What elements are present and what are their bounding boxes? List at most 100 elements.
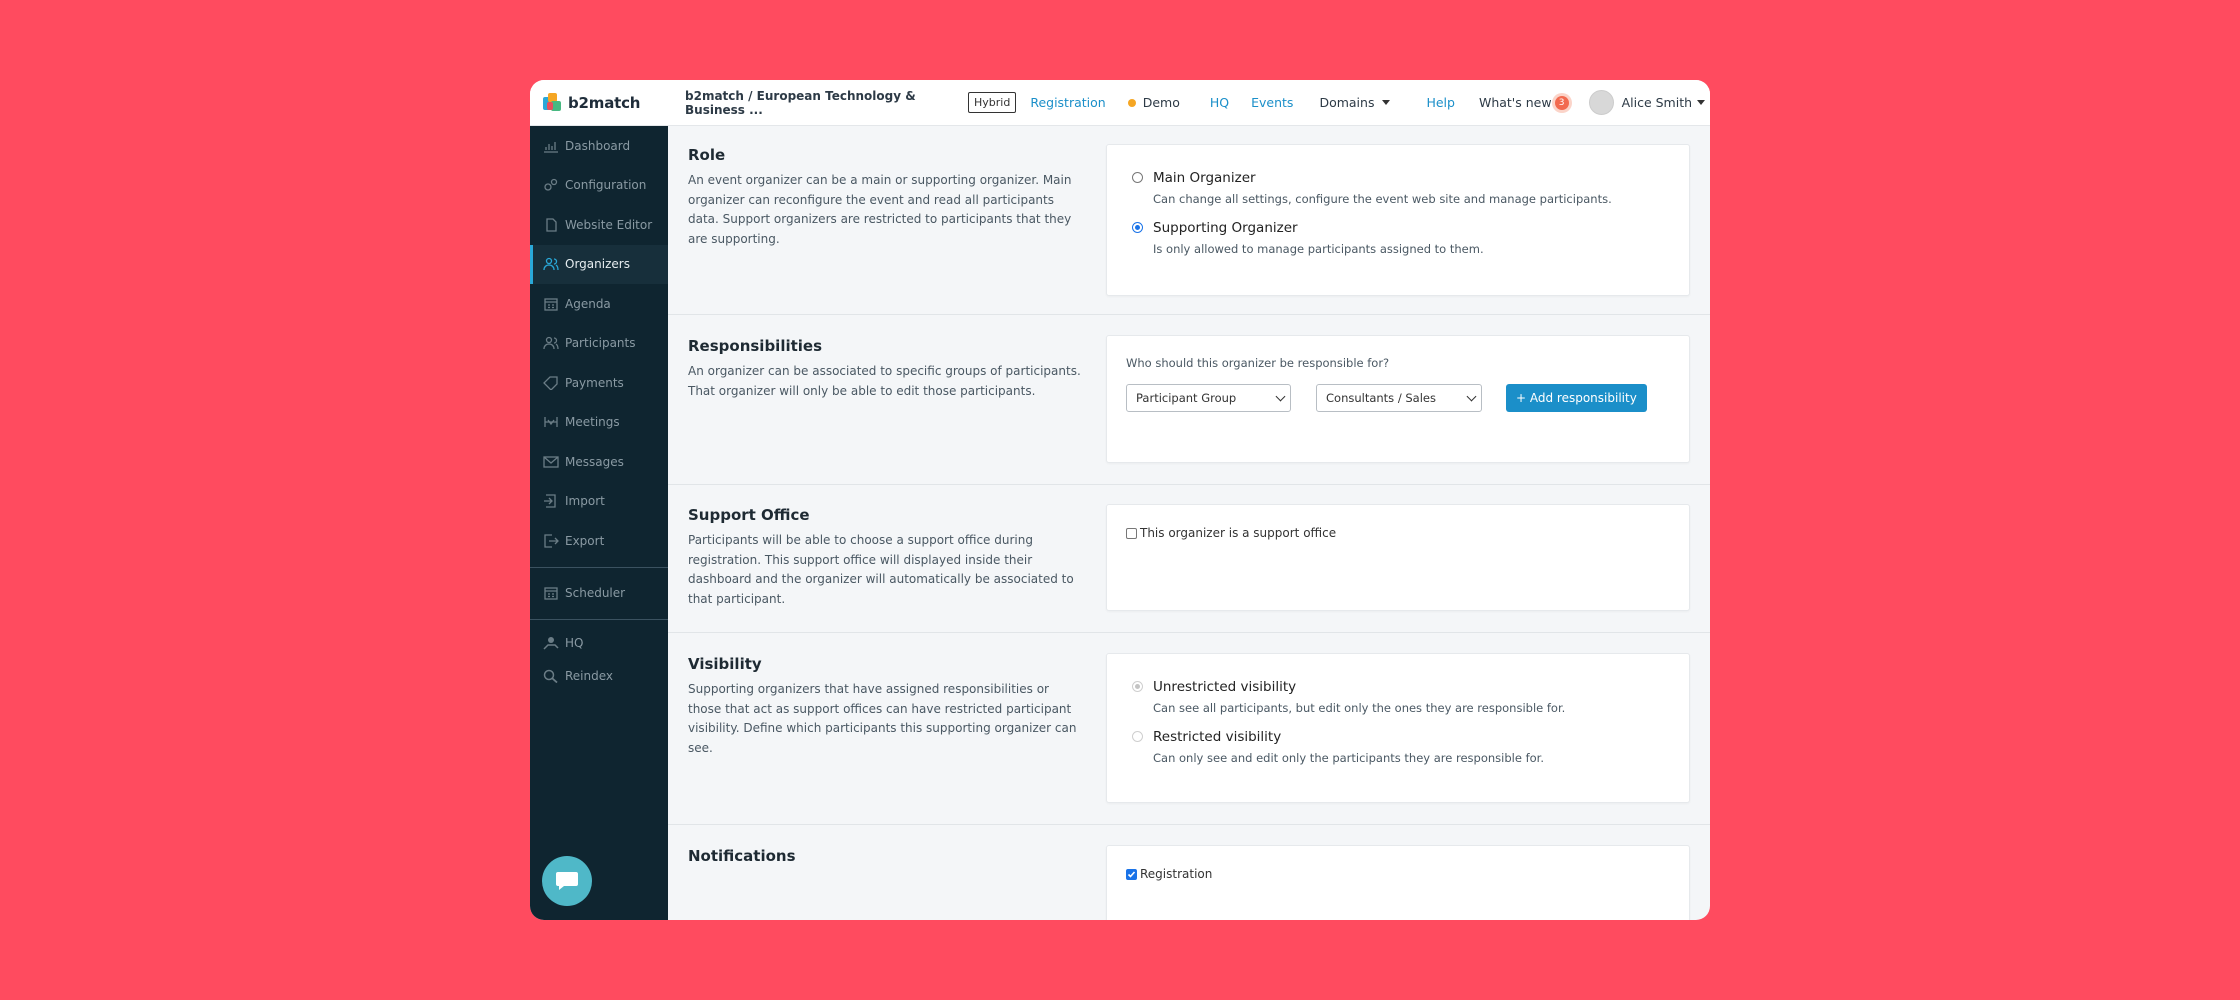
gears-icon bbox=[543, 178, 559, 192]
sidebar-item-label: Participants bbox=[565, 336, 636, 351]
radio-button[interactable] bbox=[1132, 681, 1143, 692]
b2match-logo-icon bbox=[543, 93, 562, 112]
responsibilities-section: Responsibilities An organizer can be ass… bbox=[668, 315, 1710, 485]
sidebar-item-label: Agenda bbox=[565, 296, 611, 311]
export-icon bbox=[543, 534, 559, 548]
sidebar-item-payments[interactable]: Payments bbox=[530, 363, 668, 403]
chat-icon bbox=[556, 872, 578, 890]
sidebar-item-label: HQ bbox=[565, 635, 584, 650]
radio-label: Unrestricted visibility bbox=[1153, 679, 1297, 695]
logo[interactable]: b2match bbox=[543, 93, 673, 112]
radio-button[interactable] bbox=[1132, 172, 1143, 183]
visibility-section: Visibility Supporting organizers that ha… bbox=[668, 633, 1710, 825]
sidebar-item-label: Scheduler bbox=[565, 586, 626, 601]
sidebar-item-import[interactable]: Import bbox=[530, 482, 668, 522]
radio-supporting-organizer[interactable]: Supporting Organizer bbox=[1132, 220, 1689, 236]
logo-text: b2match bbox=[568, 93, 641, 112]
visibility-card: Unrestricted visibility Can see all part… bbox=[1106, 653, 1690, 803]
sidebar-item-export[interactable]: Export bbox=[530, 521, 668, 561]
registration-link[interactable]: Registration bbox=[1030, 95, 1105, 110]
registration-notification-row[interactable]: Registration bbox=[1126, 867, 1689, 881]
sidebar-item-organizers[interactable]: Organizers bbox=[530, 244, 668, 284]
support-office-section: Support Office Participants will be able… bbox=[668, 485, 1710, 633]
add-responsibility-button[interactable]: + Add responsibility bbox=[1506, 384, 1647, 412]
sidebar-item-label: Export bbox=[565, 533, 605, 548]
radio-help-text: Is only allowed to manage participants a… bbox=[1153, 242, 1484, 256]
notification-count-badge: 3 bbox=[1554, 95, 1569, 110]
handshake-icon bbox=[543, 415, 559, 429]
demo-status[interactable]: Demo bbox=[1127, 95, 1180, 110]
sidebar-item-dashboard[interactable]: Dashboard bbox=[530, 126, 668, 166]
participant-group-select[interactable]: Consultants / Sales bbox=[1316, 384, 1482, 412]
calendar-icon bbox=[543, 586, 559, 600]
sidebar-item-hq[interactable]: HQ bbox=[530, 626, 668, 659]
calendar-icon bbox=[543, 297, 559, 311]
select-value: Consultants / Sales bbox=[1326, 391, 1436, 405]
sidebar-item-label: Messages bbox=[565, 454, 624, 469]
radio-button[interactable] bbox=[1132, 222, 1143, 233]
main-content: Role An event organizer can be a main or… bbox=[668, 126, 1710, 920]
section-description: An organizer can be associated to specif… bbox=[688, 364, 1081, 398]
radio-label: Main Organizer bbox=[1153, 170, 1256, 186]
sidebar-divider bbox=[530, 619, 668, 620]
chat-widget-button[interactable] bbox=[542, 856, 592, 906]
sidebar-item-label: Configuration bbox=[565, 178, 647, 193]
search-icon bbox=[543, 669, 559, 683]
registration-checkbox[interactable] bbox=[1126, 868, 1137, 880]
radio-button[interactable] bbox=[1132, 731, 1143, 742]
section-title: Notifications bbox=[688, 847, 796, 865]
users-icon bbox=[543, 257, 559, 271]
select-value: Participant Group bbox=[1136, 391, 1237, 405]
radio-main-organizer[interactable]: Main Organizer bbox=[1132, 170, 1689, 186]
hq-icon bbox=[543, 636, 559, 650]
section-title: Visibility bbox=[688, 655, 762, 673]
sidebar-divider bbox=[530, 566, 668, 568]
tag-icon bbox=[543, 376, 559, 390]
checkmark-icon bbox=[1127, 870, 1136, 878]
user-menu[interactable]: Alice Smith bbox=[1588, 90, 1706, 115]
sidebar-item-messages[interactable]: Messages bbox=[530, 442, 668, 482]
sidebar-item-label: Meetings bbox=[565, 415, 620, 430]
checkbox-label: This organizer is a support office bbox=[1140, 526, 1337, 540]
sidebar-item-agenda[interactable]: Agenda bbox=[530, 284, 668, 324]
sidebar-item-meetings[interactable]: Meetings bbox=[530, 403, 668, 443]
sidebar-item-participants[interactable]: Participants bbox=[530, 324, 668, 364]
participant-type-select[interactable]: Participant Group bbox=[1126, 384, 1291, 412]
sidebar-item-configuration[interactable]: Configuration bbox=[530, 166, 668, 206]
app-window: b2match b2match / European Technology & … bbox=[530, 80, 1710, 920]
avatar bbox=[1588, 90, 1614, 115]
support-office-card: This organizer is a support office bbox=[1106, 504, 1690, 611]
chevron-down-icon bbox=[1382, 100, 1391, 105]
support-office-checkbox-row[interactable]: This organizer is a support office bbox=[1126, 526, 1689, 540]
sidebar-item-scheduler[interactable]: Scheduler bbox=[530, 574, 668, 614]
help-link[interactable]: Help bbox=[1426, 95, 1455, 110]
top-navbar: b2match b2match / European Technology & … bbox=[530, 80, 1710, 126]
hq-link[interactable]: HQ bbox=[1210, 95, 1229, 110]
whats-new-link[interactable]: What's new 3 bbox=[1479, 95, 1569, 110]
responsibilities-card: Who should this organizer be responsible… bbox=[1106, 335, 1690, 463]
sidebar-item-website-editor[interactable]: Website Editor bbox=[530, 205, 668, 245]
radio-restricted-visibility[interactable]: Restricted visibility bbox=[1132, 729, 1689, 745]
breadcrumb[interactable]: b2match / European Technology & Business… bbox=[685, 89, 968, 117]
document-icon bbox=[543, 218, 559, 232]
section-description: Supporting organizers that have assigned… bbox=[688, 682, 1077, 755]
radio-unrestricted-visibility[interactable]: Unrestricted visibility bbox=[1132, 679, 1689, 695]
support-office-checkbox[interactable] bbox=[1126, 527, 1137, 539]
section-title: Role bbox=[688, 146, 726, 164]
status-dot-icon bbox=[1127, 98, 1136, 107]
section-title: Support Office bbox=[688, 506, 810, 524]
radio-help-text: Can only see and edit only the participa… bbox=[1153, 751, 1544, 765]
user-name: Alice Smith bbox=[1621, 95, 1693, 110]
sidebar-item-reindex[interactable]: Reindex bbox=[530, 659, 668, 692]
envelope-icon bbox=[543, 455, 559, 469]
sidebar-item-label: Payments bbox=[565, 375, 624, 390]
sidebar-item-label: Reindex bbox=[565, 668, 614, 683]
demo-label: Demo bbox=[1142, 95, 1180, 110]
chart-icon bbox=[543, 139, 559, 153]
chevron-down-icon bbox=[1275, 391, 1286, 401]
sidebar-item-label: Dashboard bbox=[565, 138, 631, 153]
participants-icon bbox=[543, 336, 559, 350]
domains-dropdown[interactable]: Domains bbox=[1319, 95, 1391, 110]
whats-new-label: What's new bbox=[1478, 95, 1552, 110]
events-link[interactable]: Events bbox=[1251, 95, 1293, 110]
